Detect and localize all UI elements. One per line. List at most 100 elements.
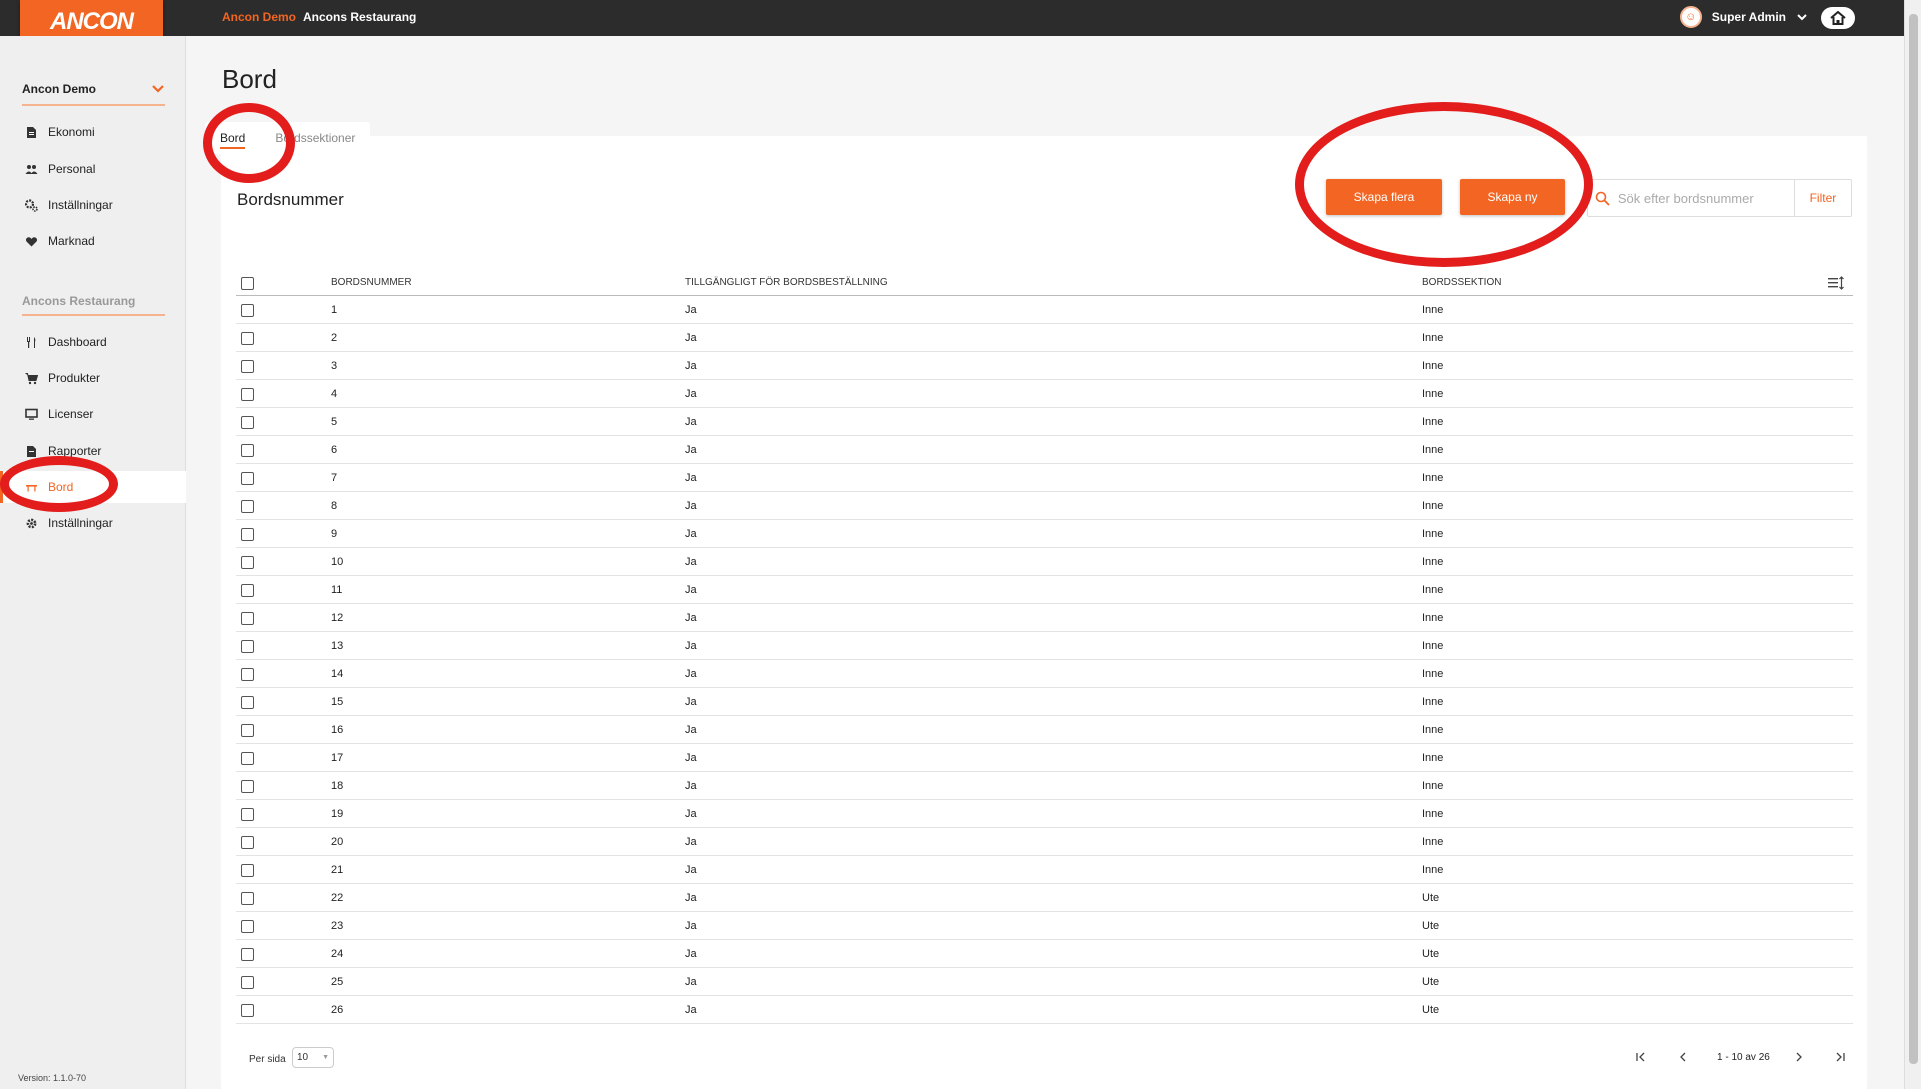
sidebar-item-ekonomi[interactable]: Ekonomi [24,122,95,142]
row-checkbox[interactable] [241,472,254,485]
user-menu[interactable]: ☺ Super Admin [1679,6,1808,28]
sidebar-item-marknad[interactable]: Marknad [24,231,95,251]
first-page-button[interactable] [1633,1049,1649,1065]
table-row[interactable]: 25 Ja Ute [236,968,1853,996]
row-checkbox[interactable] [241,920,254,933]
column-header-bordsnummer[interactable]: BORDSNUMMER [331,277,412,288]
breadcrumb-restaurant[interactable]: Ancons Restaurang [303,10,416,24]
pagination: Per sida 10 ▼ 1 - 10 av 26 [236,1045,1853,1075]
people-icon [24,162,38,176]
row-checkbox[interactable] [241,808,254,821]
row-checkbox[interactable] [241,668,254,681]
row-checkbox[interactable] [241,976,254,989]
cell-tillgangligt: Ja [685,948,697,960]
page-scrollbar[interactable] [1904,0,1921,1089]
table-row[interactable]: 7 Ja Inne [236,464,1853,492]
sidebar-item-licenser[interactable]: Licenser [24,404,93,424]
sidebar-item-bord[interactable]: Bord [24,477,73,497]
table-row[interactable]: 22 Ja Ute [236,884,1853,912]
cell-tillgangligt: Ja [685,724,697,736]
table-row[interactable]: 17 Ja Inne [236,744,1853,772]
cell-tillgangligt: Ja [685,472,697,484]
filter-button[interactable]: Filter [1793,180,1851,216]
row-checkbox[interactable] [241,948,254,961]
tab-bordssektioner[interactable]: Bordssektioner [260,122,370,154]
table-row[interactable]: 10 Ja Inne [236,548,1853,576]
sidebar-item-installningar-restaurang[interactable]: Inställningar [24,513,113,533]
row-checkbox[interactable] [241,836,254,849]
row-checkbox[interactable] [241,528,254,541]
table-row[interactable]: 24 Ja Ute [236,940,1853,968]
scrollbar-thumb[interactable] [1909,14,1918,1064]
column-header-tillgangligt[interactable]: TILLGÄNGLIGT FÖR BORDSBESTÄLLNING [685,277,888,288]
next-page-button[interactable] [1791,1049,1807,1065]
cell-bordssektion: Inne [1422,584,1444,596]
row-checkbox[interactable] [241,892,254,905]
cell-bordsnummer: 2 [331,332,338,344]
row-checkbox[interactable] [241,640,254,653]
table-row[interactable]: 16 Ja Inne [236,716,1853,744]
table-row[interactable]: 2 Ja Inne [236,324,1853,352]
table-row[interactable]: 21 Ja Inne [236,856,1853,884]
cell-bordsnummer: 22 [331,892,344,904]
sidebar-item-dashboard[interactable]: Dashboard [24,332,107,352]
cell-tillgangligt: Ja [685,640,697,652]
row-checkbox[interactable] [241,1004,254,1017]
row-checkbox[interactable] [241,556,254,569]
table-row[interactable]: 15 Ja Inne [236,688,1853,716]
column-settings-icon[interactable] [1827,275,1845,291]
prev-page-button[interactable] [1675,1049,1691,1065]
sidebar-section-label: Ancons Restaurang [22,294,165,316]
home-button[interactable] [1821,7,1855,29]
row-checkbox[interactable] [241,304,254,317]
row-checkbox[interactable] [241,864,254,877]
table-row[interactable]: 4 Ja Inne [236,380,1853,408]
table-row[interactable]: 23 Ja Ute [236,912,1853,940]
search-input[interactable] [1617,180,1794,216]
row-checkbox[interactable] [241,500,254,513]
row-checkbox[interactable] [241,584,254,597]
table-row[interactable]: 14 Ja Inne [236,660,1853,688]
sidebar-item-installningar[interactable]: Inställningar [24,195,113,215]
table-row[interactable]: 3 Ja Inne [236,352,1853,380]
row-checkbox[interactable] [241,416,254,429]
document-icon [24,125,38,139]
monitor-icon [24,407,38,421]
sidebar-item-personal[interactable]: Personal [24,159,95,179]
create-many-button[interactable]: Skapa flera [1326,179,1442,215]
table-row[interactable]: 6 Ja Inne [236,436,1853,464]
row-checkbox[interactable] [241,360,254,373]
table-row[interactable]: 5 Ja Inne [236,408,1853,436]
per-page-select[interactable]: 10 ▼ [292,1047,334,1068]
row-checkbox[interactable] [241,752,254,765]
table-row[interactable]: 11 Ja Inne [236,576,1853,604]
sidebar-item-produkter[interactable]: Produkter [24,368,100,388]
breadcrumb-org[interactable]: Ancon Demo [222,10,296,24]
table-row[interactable]: 26 Ja Ute [236,996,1853,1024]
column-header-bordssektion[interactable]: BORDSSEKTION [1422,277,1501,288]
row-checkbox[interactable] [241,332,254,345]
table-row[interactable]: 12 Ja Inne [236,604,1853,632]
last-page-button[interactable] [1832,1049,1848,1065]
row-checkbox[interactable] [241,444,254,457]
row-checkbox[interactable] [241,612,254,625]
row-checkbox[interactable] [241,388,254,401]
cell-bordsnummer: 13 [331,640,344,652]
create-new-button[interactable]: Skapa ny [1460,179,1565,215]
table-row[interactable]: 18 Ja Inne [236,772,1853,800]
table-row[interactable]: 13 Ja Inne [236,632,1853,660]
row-checkbox[interactable] [241,724,254,737]
table-row[interactable]: 8 Ja Inne [236,492,1853,520]
table-row[interactable]: 1 Ja Inne [236,296,1853,324]
row-checkbox[interactable] [241,696,254,709]
table-row[interactable]: 19 Ja Inne [236,800,1853,828]
row-checkbox[interactable] [241,780,254,793]
table-row[interactable]: 20 Ja Inne [236,828,1853,856]
sidebar-item-rapporter[interactable]: Rapporter [24,441,101,461]
select-all-checkbox[interactable] [241,277,254,290]
org-selector[interactable]: Ancon Demo [22,82,165,106]
table-row[interactable]: 9 Ja Inne [236,520,1853,548]
cell-bordsnummer: 7 [331,472,338,484]
tab-bord[interactable]: Bord [205,122,260,154]
cell-bordsnummer: 24 [331,948,344,960]
